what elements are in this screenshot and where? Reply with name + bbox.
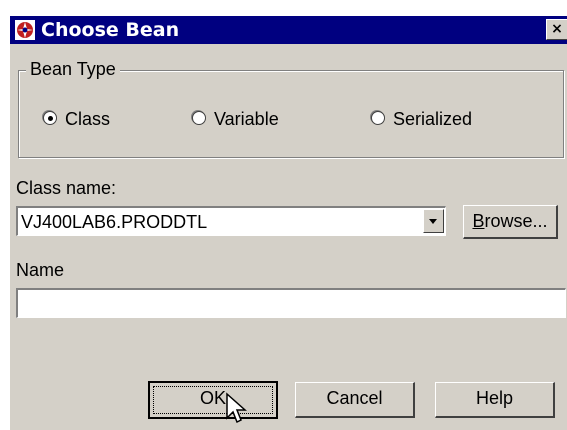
close-icon: ×: [551, 21, 563, 37]
browse-button[interactable]: Browse...: [463, 205, 558, 239]
cancel-label: Cancel: [326, 388, 383, 408]
name-input[interactable]: [16, 288, 566, 318]
mouse-pointer-icon: [226, 392, 247, 424]
dialog-title: Choose Bean: [41, 19, 180, 41]
help-button[interactable]: Help: [435, 382, 555, 418]
chevron-down-icon: [429, 219, 437, 224]
combo-dropdown-button[interactable]: [423, 209, 444, 233]
radio-variable-label: Variable: [214, 109, 279, 129]
radio-serialized-label: Serialized: [393, 109, 473, 129]
radio-class-label: Class: [65, 109, 111, 129]
radio-button-icon: [371, 111, 385, 125]
radio-button-icon: [43, 111, 57, 125]
class-name-label: Class name:: [16, 178, 117, 198]
name-label: Name: [16, 260, 65, 280]
close-button[interactable]: ×: [546, 19, 567, 40]
class-name-value: VJ400LAB6.PRODDTL: [21, 212, 208, 232]
browse-mnemonic: B: [472, 211, 485, 231]
cancel-button[interactable]: Cancel: [295, 382, 415, 418]
java-bean-icon: [15, 20, 35, 40]
bean-type-label: Bean Type: [26, 58, 120, 80]
class-name-combobox[interactable]: VJ400LAB6.PRODDTL: [16, 206, 446, 236]
title-bar[interactable]: Choose Bean ×: [10, 16, 567, 44]
choose-bean-dialog: Choose Bean × Bean Type Class Variable S…: [9, 15, 567, 430]
browse-label: rowse...: [484, 211, 548, 231]
ok-button[interactable]: OK: [148, 381, 278, 419]
radio-button-icon: [192, 111, 206, 125]
focus-rect: [153, 386, 273, 414]
help-label: Help: [475, 388, 514, 408]
radio-selected-dot: [48, 116, 53, 121]
